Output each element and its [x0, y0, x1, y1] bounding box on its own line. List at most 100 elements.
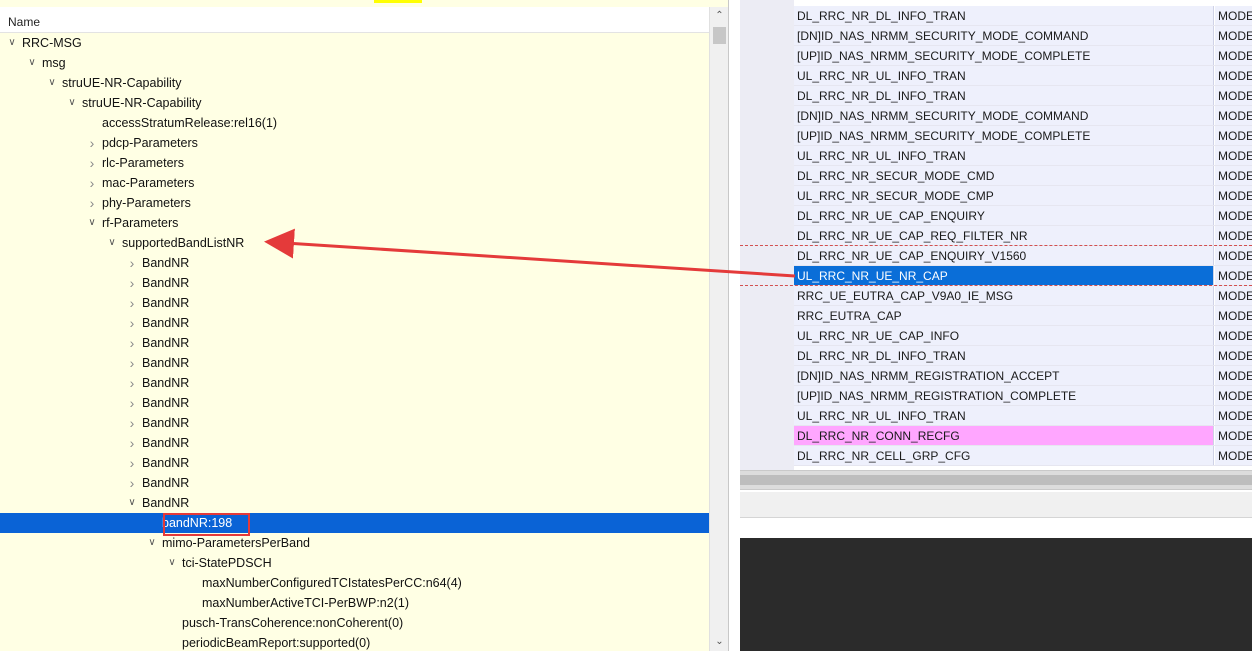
expand-chevron-icon[interactable]: ∨ [166, 553, 178, 573]
message-row[interactable]: [DN]ID_NAS_NRMM_SECURITY_MODE_COMMAND MOD… [794, 26, 1252, 46]
collapse-chevron-icon[interactable]: › [126, 393, 138, 413]
message-mode: MODE [1215, 306, 1252, 325]
collapse-chevron-icon[interactable]: › [126, 453, 138, 473]
expand-chevron-icon[interactable]: ∨ [66, 93, 78, 113]
message-row[interactable]: DL_RRC_NR_UE_CAP_ENQUIRY_V1560 MODE [794, 246, 1252, 266]
collapse-chevron-icon[interactable]: › [126, 353, 138, 373]
tree-node[interactable]: ∨ mimo-ParametersPerBand [0, 533, 709, 553]
expand-chevron-icon[interactable]: ∨ [26, 53, 38, 73]
message-row-selected[interactable]: UL_RRC_NR_UE_NR_CAP MODE [794, 266, 1252, 286]
tree-node[interactable]: › BandNR [0, 393, 709, 413]
message-row[interactable]: [DN]ID_NAS_NRMM_REGISTRATION_ACCEPT MODE [794, 366, 1252, 386]
tree-node[interactable]: periodicBeamReport:supported(0) [0, 633, 709, 651]
tree-node[interactable]: ∨ supportedBandListNR [0, 233, 709, 253]
message-row[interactable]: DL_RRC_NR_DL_INFO_TRAN MODE [794, 346, 1252, 366]
message-name: [DN]ID_NAS_NRMM_REGISTRATION_ACCEPT [794, 366, 1214, 385]
collapse-chevron-icon[interactable]: › [126, 253, 138, 273]
collapse-chevron-icon[interactable]: › [86, 133, 98, 153]
expand-chevron-icon[interactable]: ∨ [46, 73, 58, 93]
tree-node[interactable]: ∨ msg [0, 53, 709, 73]
collapse-chevron-icon[interactable]: › [126, 373, 138, 393]
message-mode: MODE [1215, 326, 1252, 345]
tree-node[interactable]: › BandNR [0, 273, 709, 293]
tree-node[interactable]: › BandNR [0, 313, 709, 333]
tree-node-label: pdcp-Parameters [102, 136, 198, 150]
message-row[interactable]: DL_RRC_NR_CELL_GRP_CFG MODE [794, 446, 1252, 466]
collapse-chevron-icon[interactable]: › [86, 173, 98, 193]
message-row[interactable]: UL_RRC_NR_UL_INFO_TRAN MODE [794, 146, 1252, 166]
collapse-chevron-icon[interactable]: › [86, 153, 98, 173]
message-row[interactable]: DL_RRC_NR_UE_CAP_REQ_FILTER_NR MODE [794, 226, 1252, 246]
tree-node[interactable]: › BandNR [0, 293, 709, 313]
message-row[interactable]: DL_RRC_NR_CONN_RECFG MODE [794, 426, 1252, 446]
tree-node[interactable]: ∨ RRC-MSG [0, 33, 709, 53]
message-row[interactable]: DL_RRC_NR_DL_INFO_TRAN MODE [794, 86, 1252, 106]
tree-node[interactable]: › BandNR [0, 453, 709, 473]
expand-chevron-icon[interactable]: ∨ [146, 533, 158, 553]
tree-node[interactable]: › pdcp-Parameters [0, 133, 709, 153]
message-mode: MODE [1215, 6, 1252, 25]
tree-node[interactable]: › BandNR [0, 413, 709, 433]
tree-node[interactable]: maxNumberActiveTCI-PerBWP:n2(1) [0, 593, 709, 613]
tree-node[interactable]: ∨ rf-Parameters [0, 213, 709, 233]
tree-vertical-scrollbar[interactable]: ⌃ ⌄ [709, 7, 728, 651]
message-mode: MODE [1215, 46, 1252, 65]
tree-node[interactable]: › phy-Parameters [0, 193, 709, 213]
scrollbar-thumb[interactable] [713, 27, 726, 44]
tree-node[interactable]: › BandNR [0, 333, 709, 353]
expand-chevron-icon[interactable]: ∨ [6, 33, 18, 53]
tree-node[interactable]: › rlc-Parameters [0, 153, 709, 173]
expand-chevron-icon[interactable]: ∨ [106, 233, 118, 253]
message-row[interactable]: [UP]ID_NAS_NRMM_SECURITY_MODE_COMPLETE MO… [794, 46, 1252, 66]
tree-node-label: msg [42, 56, 66, 70]
tree-node-label: rlc-Parameters [102, 156, 184, 170]
message-row[interactable]: [UP]ID_NAS_NRMM_REGISTRATION_COMPLETE MOD… [794, 386, 1252, 406]
tree-node[interactable]: › BandNR [0, 473, 709, 493]
collapse-chevron-icon[interactable]: › [86, 193, 98, 213]
tree-node[interactable]: ∨ BandNR [0, 493, 709, 513]
scroll-down-icon[interactable]: ⌄ [710, 633, 728, 651]
expand-chevron-icon[interactable]: ∨ [126, 493, 138, 513]
message-row[interactable]: DL_RRC_NR_SECUR_MODE_CMD MODE [794, 166, 1252, 186]
message-row[interactable]: UL_RRC_NR_UE_CAP_INFO MODE [794, 326, 1252, 346]
message-horizontal-scrollbar[interactable] [740, 470, 1252, 490]
message-mode: MODE [1215, 386, 1252, 405]
message-row[interactable]: UL_RRC_NR_SECUR_MODE_CMP MODE [794, 186, 1252, 206]
collapse-chevron-icon[interactable]: › [126, 473, 138, 493]
message-row[interactable]: DL_RRC_NR_DL_INFO_TRAN MODE [794, 6, 1252, 26]
tree-node-label: BandNR [142, 436, 190, 450]
message-mode: MODE [1215, 86, 1252, 105]
tree-node[interactable]: › BandNR [0, 353, 709, 373]
tree-node[interactable]: › BandNR [0, 253, 709, 273]
tree-node-selected[interactable]: bandNR:198 [0, 513, 709, 533]
collapse-chevron-icon[interactable]: › [126, 333, 138, 353]
collapse-chevron-icon[interactable]: › [126, 273, 138, 293]
tree-node[interactable]: › BandNR [0, 373, 709, 393]
tree-node[interactable]: ∨ tci-StatePDSCH [0, 553, 709, 573]
collapse-chevron-icon[interactable]: › [126, 293, 138, 313]
message-row[interactable]: DL_RRC_NR_UE_CAP_ENQUIRY MODE [794, 206, 1252, 226]
tree-node[interactable]: ∨ struUE-NR-Capability [0, 93, 709, 113]
message-row[interactable]: RRC_EUTRA_CAP MODE [794, 306, 1252, 326]
tree-node-label: BandNR [142, 416, 190, 430]
tree-node[interactable]: maxNumberConfiguredTCIstatesPerCC:n64(4) [0, 573, 709, 593]
scroll-up-icon[interactable]: ⌃ [710, 7, 728, 25]
horizontal-scrollbar-thumb[interactable] [740, 475, 1252, 485]
tree-node[interactable]: accessStratumRelease:rel16(1) [0, 113, 709, 133]
collapse-chevron-icon[interactable]: › [126, 433, 138, 453]
message-name: DL_RRC_NR_CELL_GRP_CFG [794, 446, 1214, 465]
message-row[interactable]: UL_RRC_NR_UL_INFO_TRAN MODE [794, 66, 1252, 86]
tree-node[interactable]: › BandNR [0, 433, 709, 453]
collapse-chevron-icon[interactable]: › [126, 413, 138, 433]
message-mode: MODE [1215, 166, 1252, 185]
tree-node[interactable]: ∨ struUE-NR-Capability [0, 73, 709, 93]
message-row[interactable]: [UP]ID_NAS_NRMM_SECURITY_MODE_COMPLETE MO… [794, 126, 1252, 146]
message-row[interactable]: UL_RRC_NR_UL_INFO_TRAN MODE [794, 406, 1252, 426]
message-row[interactable]: [DN]ID_NAS_NRMM_SECURITY_MODE_COMMAND MOD… [794, 106, 1252, 126]
tree-column-header[interactable]: Name [0, 7, 709, 33]
tree-node[interactable]: › mac-Parameters [0, 173, 709, 193]
expand-chevron-icon[interactable]: ∨ [86, 213, 98, 233]
collapse-chevron-icon[interactable]: › [126, 313, 138, 333]
tree-node[interactable]: pusch-TransCoherence:nonCoherent(0) [0, 613, 709, 633]
message-row[interactable]: RRC_UE_EUTRA_CAP_V9A0_IE_MSG MODE [794, 286, 1252, 306]
